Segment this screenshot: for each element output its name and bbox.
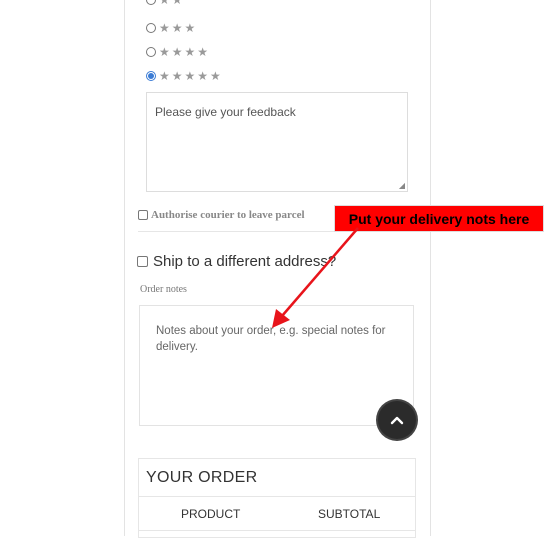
annotation-arrow-icon xyxy=(272,227,359,328)
